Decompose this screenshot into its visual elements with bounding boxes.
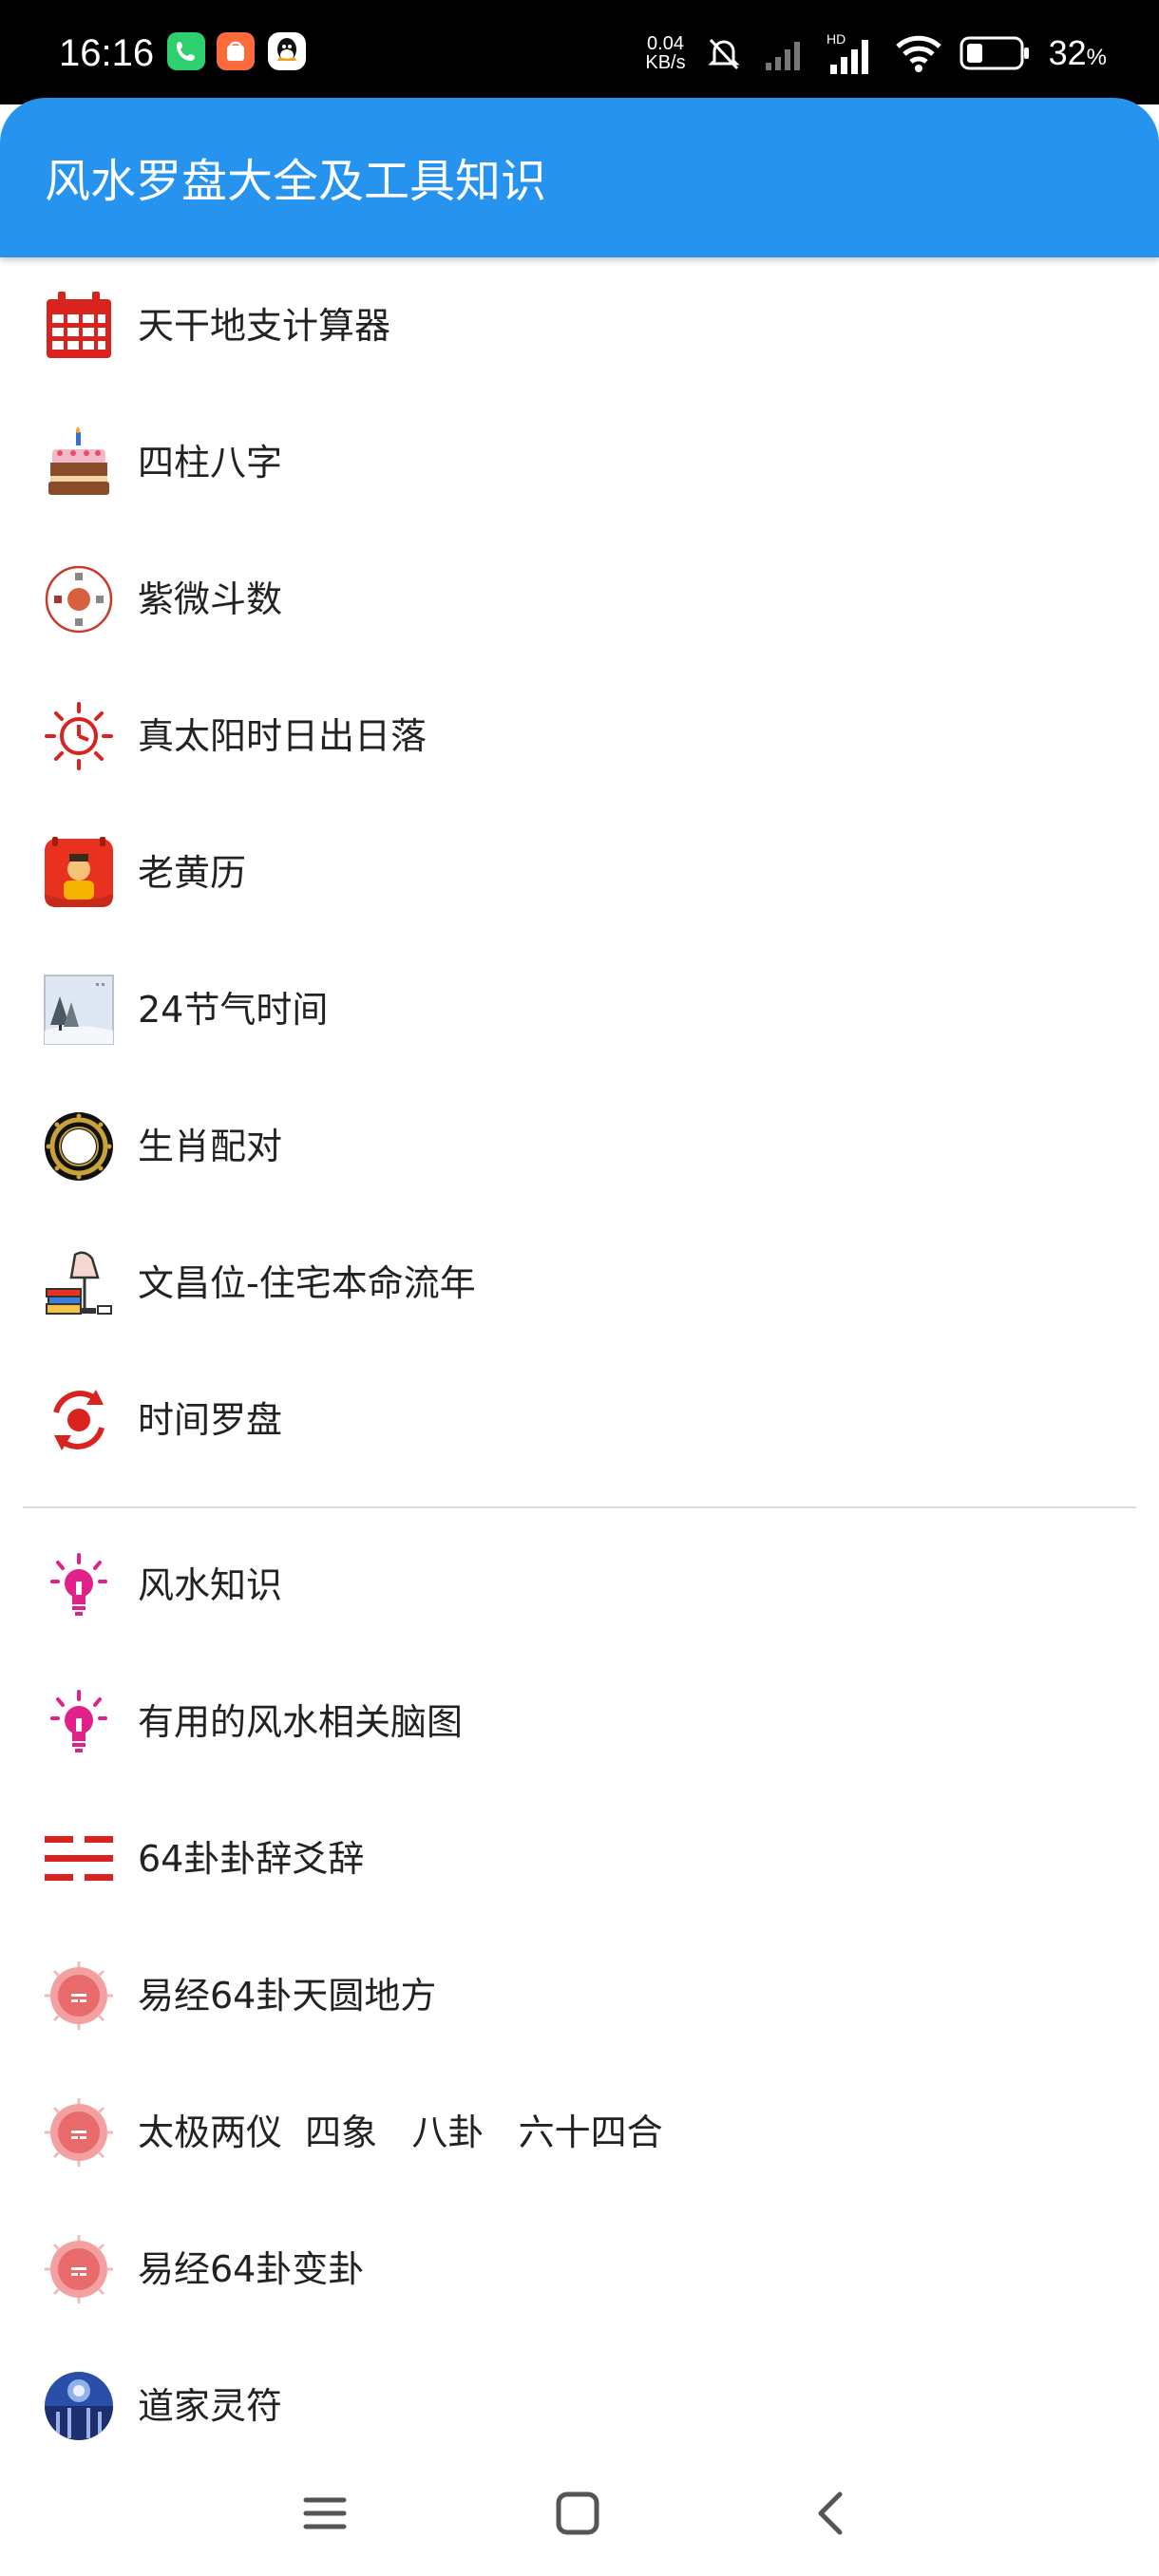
list-item-label: 四柱八字	[138, 442, 283, 483]
sun-clock-icon	[43, 700, 115, 772]
list-item-hexagram-texts[interactable]: 64卦卦辞爻辞	[0, 1790, 1159, 1927]
list-item-fengshui-mindmap[interactable]: 有用的风水相关脑图	[0, 1654, 1159, 1790]
mute-bell-icon	[703, 32, 745, 74]
bagua-circle-icon	[43, 2233, 115, 2305]
store-notification-icon	[217, 32, 255, 70]
desk-lamp-books-icon	[43, 1247, 115, 1319]
lightbulb-icon	[43, 1549, 115, 1621]
list-item-label: 易经64卦天圆地方	[138, 1975, 437, 2017]
list-item-64-gua-round-square[interactable]: 易经64卦天圆地方	[0, 1927, 1159, 2064]
status-time: 16:16	[59, 32, 155, 74]
list-item-label: 生肖配对	[138, 1126, 283, 1167]
network-speed: 0.04 KB/s	[645, 34, 685, 72]
refresh-compass-icon	[43, 1384, 115, 1456]
list-item-label: 道家灵符	[138, 2385, 283, 2427]
bagua-circle-icon	[43, 1960, 115, 2032]
snow-landscape-icon	[43, 974, 115, 1046]
calendar-icon	[43, 290, 115, 362]
battery-value: 32	[1048, 33, 1087, 72]
list-item-label: 64卦卦辞爻辞	[138, 1838, 365, 1880]
back-icon[interactable]	[804, 2485, 861, 2542]
list-item-label: 真太阳时日出日落	[138, 715, 428, 757]
phone-notification-icon	[167, 32, 205, 70]
signal-hd-icon: HD	[825, 30, 878, 76]
list-item-label: 文昌位-住宅本命流年	[138, 1262, 476, 1304]
cake-icon	[43, 426, 115, 499]
list-item-label: 风水知识	[138, 1564, 283, 1606]
list-item-true-solar-time[interactable]: 真太阳时日出日落	[0, 668, 1159, 805]
battery-unit: %	[1086, 45, 1107, 70]
status-bar: 16:16 0.04 KB/s HD 32%	[0, 0, 1159, 104]
home-icon[interactable]	[549, 2485, 606, 2542]
list-item-label: 24节气时间	[138, 989, 329, 1031]
list-item-label: 有用的风水相关脑图	[138, 1701, 464, 1743]
lightbulb-icon	[43, 1686, 115, 1758]
page-title: 风水罗盘大全及工具知识	[45, 155, 547, 208]
taoist-talisman-icon	[43, 2370, 115, 2442]
list-item-wenchang-position[interactable]: 文昌位-住宅本命流年	[0, 1215, 1159, 1352]
system-navigation-bar	[0, 2451, 1159, 2576]
hexagram-lines-icon	[43, 1823, 115, 1895]
list-item-sizhu-bazi[interactable]: 四柱八字	[0, 394, 1159, 531]
battery-icon	[960, 34, 1032, 72]
section-divider	[23, 1506, 1136, 1508]
wifi-icon	[895, 33, 942, 73]
svg-text:HD: HD	[826, 31, 846, 47]
network-speed-unit: KB/s	[645, 52, 686, 73]
almanac-icon	[43, 837, 115, 909]
list-item-label: 易经64卦变卦	[138, 2248, 365, 2290]
list-item-64-gua-changes[interactable]: 易经64卦变卦	[0, 2201, 1159, 2338]
qq-notification-icon	[268, 32, 306, 70]
app-bar: 风水罗盘大全及工具知识	[0, 98, 1159, 257]
list-item-solar-terms[interactable]: 24节气时间	[0, 941, 1159, 1078]
list-item-label: 时间罗盘	[138, 1399, 283, 1441]
list-item-fengshui-knowledge[interactable]: 风水知识	[0, 1517, 1159, 1654]
signal-weak-icon	[762, 34, 808, 72]
zodiac-wheel-icon	[43, 1110, 115, 1183]
list-item-ganzhi-calculator[interactable]: 天干地支计算器	[0, 257, 1159, 394]
network-speed-value: 0.04	[647, 33, 684, 54]
ziwei-chart-icon	[43, 563, 115, 635]
list-item-taiji-bagua[interactable]: 太极两仪 四象 八卦 六十四合	[0, 2064, 1159, 2201]
list-item-ziwei-doushu[interactable]: 紫微斗数	[0, 531, 1159, 668]
list-item-zodiac-match[interactable]: 生肖配对	[0, 1078, 1159, 1215]
list-item-time-compass[interactable]: 时间罗盘	[0, 1352, 1159, 1488]
list-item-label: 太极两仪 四象 八卦 六十四合	[138, 2112, 663, 2153]
list-item-label: 老黄历	[138, 852, 247, 894]
list-item-old-almanac[interactable]: 老黄历	[0, 805, 1159, 941]
bagua-circle-icon	[43, 2096, 115, 2169]
list-item-label: 天干地支计算器	[138, 305, 391, 347]
menu-icon[interactable]	[296, 2485, 353, 2542]
list-item-label: 紫微斗数	[138, 578, 283, 620]
battery-percentage: 32%	[1049, 33, 1107, 73]
